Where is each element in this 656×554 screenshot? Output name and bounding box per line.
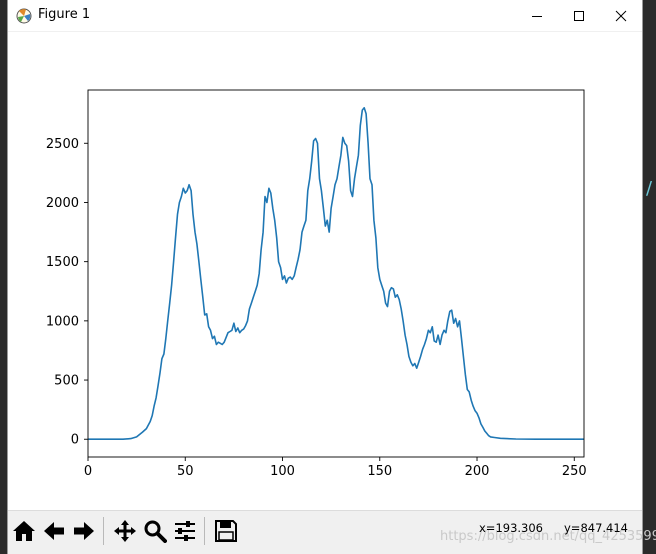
x-tick-label: 0 bbox=[84, 464, 92, 479]
y-tick-label: 2000 bbox=[46, 196, 79, 211]
x-tick-label: 200 bbox=[465, 464, 490, 479]
configure-subplots-icon bbox=[175, 521, 195, 541]
minimize-icon bbox=[532, 15, 542, 17]
cursor-x-readout: x=193.306 bbox=[479, 521, 543, 535]
pan-button[interactable] bbox=[111, 516, 139, 546]
figure-canvas[interactable]: 0 50 100 150 200 250 0 500 1000 1500 2000 2500 bbox=[8, 32, 642, 510]
y-tick-label: 0 bbox=[71, 433, 79, 448]
zoom-icon bbox=[144, 520, 167, 543]
maximize-icon bbox=[574, 10, 584, 21]
y-tick-label: 1000 bbox=[46, 314, 79, 329]
back-button[interactable] bbox=[40, 516, 68, 546]
close-icon bbox=[615, 10, 627, 21]
zoom-button[interactable] bbox=[141, 516, 169, 546]
maximize-button[interactable] bbox=[556, 0, 602, 31]
axes-frame bbox=[87, 89, 585, 458]
back-arrow-icon bbox=[44, 522, 64, 540]
forward-button[interactable] bbox=[70, 516, 98, 546]
save-button[interactable] bbox=[212, 516, 240, 546]
cursor-y-readout: y=847.414 bbox=[564, 521, 628, 535]
pan-icon bbox=[114, 520, 136, 542]
minimize-button[interactable] bbox=[514, 0, 560, 31]
home-icon bbox=[13, 521, 35, 541]
window-title: Figure 1 bbox=[38, 7, 91, 22]
x-tick-label: 100 bbox=[270, 464, 295, 479]
close-button[interactable] bbox=[598, 0, 644, 31]
configure-subplots-button[interactable] bbox=[171, 516, 199, 546]
title-bar[interactable]: Figure 1 bbox=[8, 0, 642, 32]
home-button[interactable] bbox=[10, 516, 38, 546]
histogram-chart[interactable]: 0 50 100 150 200 25005001000150020002500 bbox=[8, 32, 642, 510]
y-tick-label: 500 bbox=[54, 374, 79, 389]
background-glyph: / bbox=[646, 178, 653, 199]
forward-arrow-icon bbox=[74, 522, 94, 540]
navigation-toolbar: https://blog.csdn.net/qq_42535996 x=193.… bbox=[8, 510, 656, 554]
matplotlib-app-icon bbox=[16, 8, 32, 24]
y-tick-label: 1500 bbox=[46, 255, 79, 270]
toolbar-separator bbox=[204, 517, 205, 545]
series-line bbox=[88, 107, 584, 440]
toolbar-separator bbox=[103, 517, 104, 545]
x-tick-label: 150 bbox=[367, 464, 392, 479]
y-tick-label: 2500 bbox=[46, 137, 79, 152]
x-tick-label: 50 bbox=[177, 464, 194, 479]
figure-window: Figure 1 0 50 100 150 200 250 0 500 1000 1500 2000… bbox=[8, 0, 656, 554]
x-tick-label: 250 bbox=[562, 464, 587, 479]
save-icon bbox=[215, 520, 237, 542]
